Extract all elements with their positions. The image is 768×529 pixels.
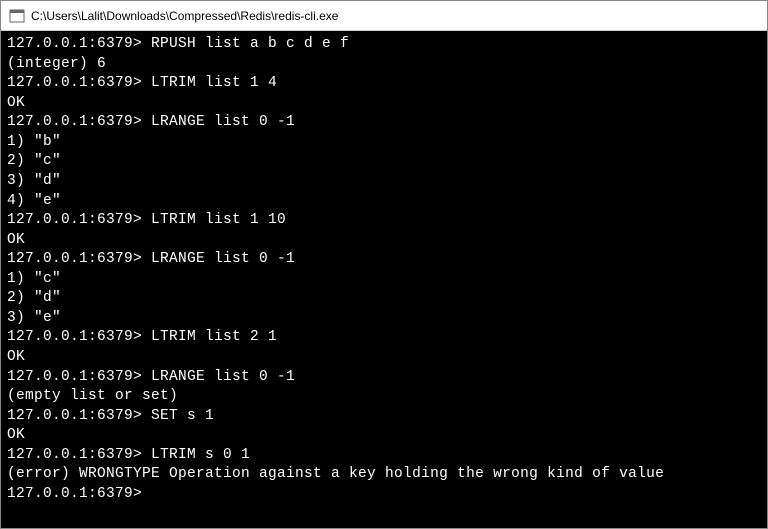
terminal-line: OK: [7, 348, 761, 368]
terminal-line: OK: [7, 231, 761, 251]
terminal-prompt[interactable]: 127.0.0.1:6379>: [7, 485, 761, 505]
terminal-line: 127.0.0.1:6379> LTRIM list 2 1: [7, 328, 761, 348]
window-titlebar[interactable]: C:\Users\Lalit\Downloads\Compressed\Redi…: [1, 1, 767, 31]
terminal-line: 127.0.0.1:6379> LRANGE list 0 -1: [7, 113, 761, 133]
terminal-line: 4) "e": [7, 192, 761, 212]
terminal-line: 127.0.0.1:6379> LTRIM list 1 10: [7, 211, 761, 231]
terminal-line: 127.0.0.1:6379> LRANGE list 0 -1: [7, 250, 761, 270]
terminal-line: 127.0.0.1:6379> RPUSH list a b c d e f: [7, 35, 761, 55]
terminal-line: 3) "d": [7, 172, 761, 192]
terminal-line: 127.0.0.1:6379> SET s 1: [7, 407, 761, 427]
terminal-line: 3) "e": [7, 309, 761, 329]
terminal-line: 127.0.0.1:6379> LRANGE list 0 -1: [7, 368, 761, 388]
terminal-line: 127.0.0.1:6379> LTRIM s 0 1: [7, 446, 761, 466]
terminal-line: (integer) 6: [7, 55, 761, 75]
terminal-output[interactable]: 127.0.0.1:6379> RPUSH list a b c d e f (…: [1, 31, 767, 509]
terminal-line: (error) WRONGTYPE Operation against a ke…: [7, 465, 761, 485]
terminal-line: 1) "c": [7, 270, 761, 290]
terminal-line: 2) "d": [7, 289, 761, 309]
app-icon: [9, 8, 25, 24]
terminal-line: 127.0.0.1:6379> LTRIM list 1 4: [7, 74, 761, 94]
terminal-line: OK: [7, 94, 761, 114]
terminal-line: 2) "c": [7, 152, 761, 172]
window-title: C:\Users\Lalit\Downloads\Compressed\Redi…: [31, 9, 338, 23]
terminal-line: (empty list or set): [7, 387, 761, 407]
terminal-line: 1) "b": [7, 133, 761, 153]
terminal-line: OK: [7, 426, 761, 446]
